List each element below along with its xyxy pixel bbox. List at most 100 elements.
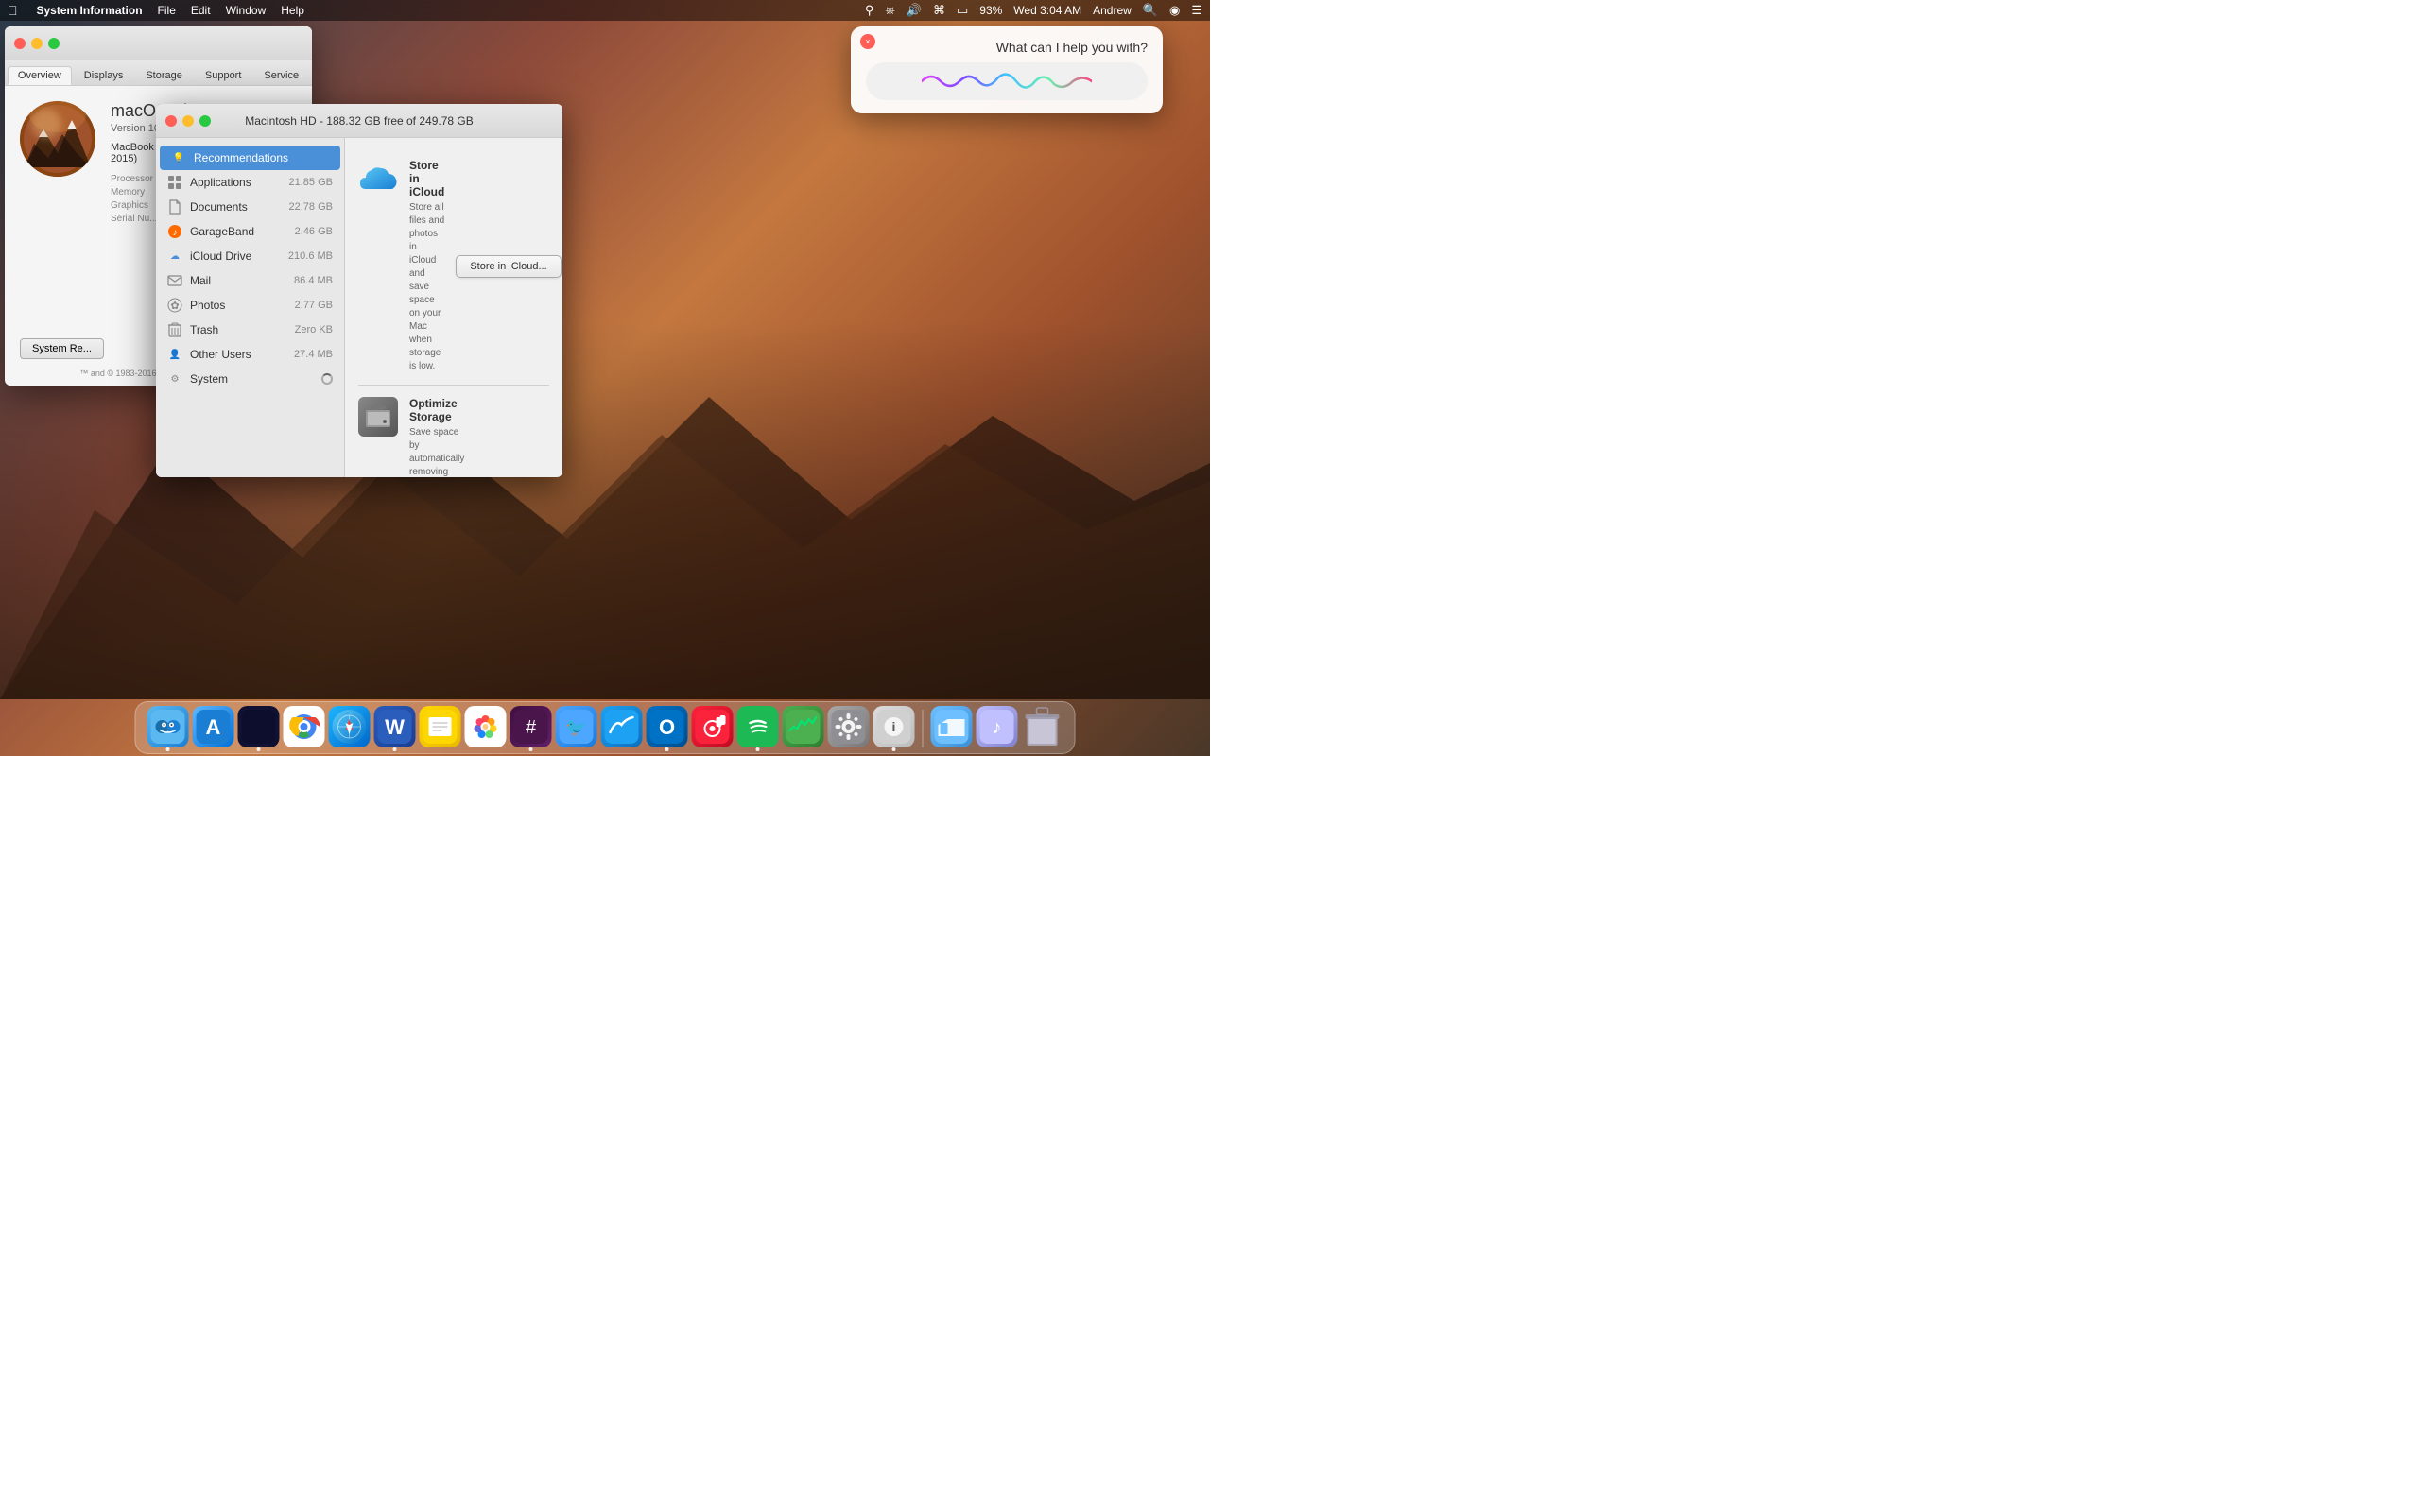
documents-icon: [167, 199, 182, 215]
maximize-button[interactable]: [48, 38, 60, 49]
mac-os-icon: [20, 101, 95, 177]
dock-item-finder[interactable]: [147, 706, 189, 747]
sidebar-item-trash[interactable]: Trash Zero KB: [156, 318, 344, 342]
dock-item-notes[interactable]: [420, 706, 461, 747]
dock-item-chrome[interactable]: [284, 706, 325, 747]
storage-maximize-button[interactable]: [199, 115, 211, 127]
siri-bubble: × What can I help you with?: [851, 26, 1163, 113]
system-icon: ⚙: [167, 371, 182, 387]
system-loading-spinner: [321, 373, 333, 385]
siri-question: What can I help you with?: [866, 40, 1148, 55]
siri-waveform: [866, 62, 1148, 100]
sidebar-item-recommendations[interactable]: 💡 Recommendations: [160, 146, 340, 170]
file-menu[interactable]: File: [158, 4, 176, 17]
dock: A: [135, 701, 1076, 754]
volume-icon: 🔊: [907, 3, 922, 18]
dock-item-appstore[interactable]: A: [193, 706, 234, 747]
apple-menu[interactable]: : [8, 3, 18, 18]
dock-item-siri[interactable]: [238, 706, 280, 747]
dock-item-itunes-files[interactable]: ♪: [977, 706, 1018, 747]
sidebar-item-applications[interactable]: Applications 21.85 GB: [156, 170, 344, 195]
documents-size: 22.78 GB: [289, 201, 333, 213]
dock-item-system-preferences[interactable]: [828, 706, 870, 747]
tab-overview[interactable]: Overview: [8, 66, 72, 85]
photos-icon: ✿: [167, 298, 182, 313]
airplay-icon: ▭: [957, 3, 968, 18]
siri-menubar-icon[interactable]: ◉: [1169, 3, 1180, 18]
optimize-rec-icon: [358, 397, 398, 437]
sysinfo-dot: [892, 747, 896, 751]
icloud-rec-content: Store in iCloud Store all files and phot…: [409, 159, 444, 373]
sidebar-item-documents[interactable]: Documents 22.78 GB: [156, 195, 344, 219]
tab-storage[interactable]: Storage: [135, 66, 193, 85]
svg-text:W: W: [385, 715, 405, 739]
garageband-size: 2.46 GB: [295, 226, 333, 237]
dock-item-spotify[interactable]: [737, 706, 779, 747]
sidebar-item-garageband[interactable]: ♪ GarageBand 2.46 GB: [156, 219, 344, 244]
desktop:  System Information File Edit Window He…: [0, 0, 1210, 756]
recommendations-label: Recommendations: [194, 151, 288, 164]
tab-support[interactable]: Support: [195, 66, 252, 85]
siri-wave-visual: [922, 67, 1092, 95]
svg-text:A: A: [206, 715, 221, 739]
recommendations-icon: 💡: [171, 150, 186, 165]
store-in-icloud-button[interactable]: Store in iCloud...: [456, 255, 561, 278]
system-report-button[interactable]: System Re...: [20, 338, 104, 359]
sidebar-item-other-users[interactable]: 👤 Other Users 27.4 MB: [156, 342, 344, 367]
dock-item-slack[interactable]: #: [510, 706, 552, 747]
icloud-rec-title: Store in iCloud: [409, 159, 444, 198]
icloud-drive-size: 210.6 MB: [288, 250, 333, 262]
dock-item-tweetdeck[interactable]: [601, 706, 643, 747]
dock-item-outlook[interactable]: O: [647, 706, 688, 747]
trash-sidebar-icon: [167, 322, 182, 337]
sidebar-item-photos[interactable]: ✿ Photos 2.77 GB: [156, 293, 344, 318]
other-users-label: Other Users: [190, 348, 251, 361]
slack-dot: [529, 747, 533, 751]
close-button[interactable]: [14, 38, 26, 49]
svg-text:✿: ✿: [170, 301, 179, 312]
other-users-icon: 👤: [167, 347, 182, 362]
dock-item-activity-monitor[interactable]: [783, 706, 824, 747]
photos-size: 2.77 GB: [295, 300, 333, 311]
other-users-size: 27.4 MB: [294, 349, 333, 360]
dock-item-word[interactable]: W: [374, 706, 416, 747]
wifi-icon: ⌘: [933, 3, 945, 18]
storage-title: Macintosh HD - 188.32 GB free of 249.78 …: [245, 114, 473, 128]
mail-size: 86.4 MB: [294, 275, 333, 286]
dock-item-trash[interactable]: [1022, 706, 1063, 747]
dock-item-system-information[interactable]: i: [873, 706, 915, 747]
storage-close-button[interactable]: [165, 115, 177, 127]
svg-text:O: O: [659, 715, 675, 739]
notifications-icon[interactable]: ☰: [1191, 3, 1202, 18]
trash-size: Zero KB: [295, 324, 333, 335]
dock-item-file-sharing[interactable]: [931, 706, 973, 747]
dock-item-photos[interactable]: [465, 706, 507, 747]
garageband-label: GarageBand: [190, 225, 254, 238]
search-icon[interactable]: 🔍: [1143, 3, 1158, 18]
tab-displays[interactable]: Displays: [74, 66, 134, 85]
dock-item-tweetbot[interactable]: 🐦: [556, 706, 597, 747]
tab-service[interactable]: Service: [253, 66, 309, 85]
sidebar-item-system[interactable]: ⚙ System: [156, 367, 344, 391]
minimize-button[interactable]: [31, 38, 43, 49]
storage-window-controls: [165, 115, 211, 127]
svg-text:i: i: [892, 719, 896, 734]
sidebar-item-mail[interactable]: Mail 86.4 MB: [156, 268, 344, 293]
app-name[interactable]: System Information: [37, 4, 143, 17]
storage-minimize-button[interactable]: [182, 115, 194, 127]
window-controls: [14, 38, 60, 49]
sidebar-item-icloud-drive[interactable]: ☁ iCloud Drive 210.6 MB: [156, 244, 344, 268]
garageband-icon: ♪: [167, 224, 182, 239]
help-menu[interactable]: Help: [281, 4, 304, 17]
finder-dot: [166, 747, 170, 751]
siri-close-button[interactable]: ×: [860, 34, 875, 49]
dock-item-itunes[interactable]: [692, 706, 734, 747]
recommendation-icloud: Store in iCloud Store all files and phot…: [358, 147, 549, 386]
icloud-rec-desc: Store all files and photos in iCloud and…: [409, 201, 444, 373]
optimize-rec-title: Optimize Storage: [409, 397, 464, 423]
edit-menu[interactable]: Edit: [191, 4, 211, 17]
window-menu[interactable]: Window: [226, 4, 267, 17]
siri-dot: [257, 747, 261, 751]
dock-item-safari[interactable]: [329, 706, 371, 747]
mail-icon: [167, 273, 182, 288]
